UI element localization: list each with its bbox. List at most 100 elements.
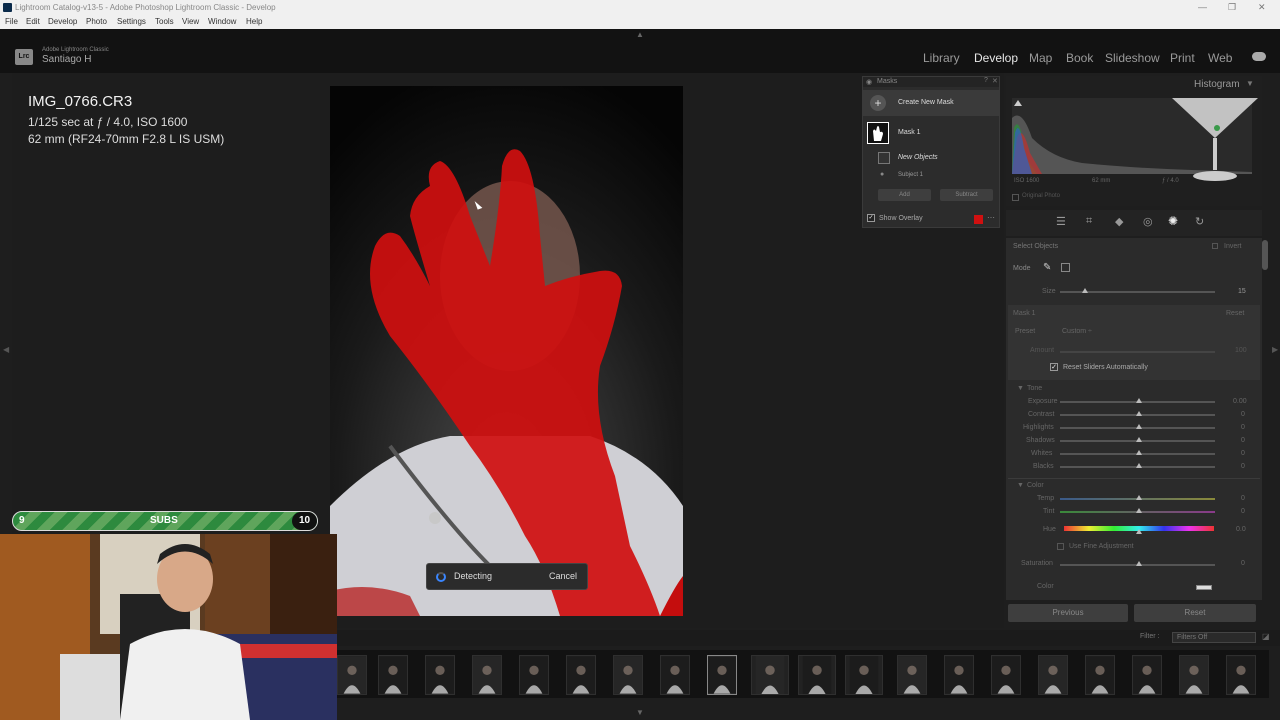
menu-develop[interactable]: Develop [48,15,77,29]
help-icon[interactable]: ? [984,77,988,84]
fine-adjust-checkbox[interactable] [1057,543,1064,550]
blacks-thumb[interactable] [1136,463,1142,468]
filmstrip-thumb[interactable] [660,655,690,695]
overlay-color-swatch[interactable] [974,215,983,224]
menu-view[interactable]: View [182,15,199,29]
create-new-mask-label[interactable]: Create New Mask [898,99,954,106]
filmstrip-thumb[interactable] [337,655,367,695]
invert-checkbox[interactable] [1212,243,1218,249]
cancel-detect-button[interactable]: Cancel [549,571,577,581]
filter-lock-icon[interactable]: ◪ [1262,632,1270,641]
hue-thumb[interactable] [1136,529,1142,534]
add-button[interactable]: Add [878,189,931,201]
filmstrip-thumb[interactable] [1085,655,1115,695]
color-collapse-icon[interactable]: ▼ [1017,482,1024,489]
module-book[interactable]: Book [1066,51,1093,65]
subtract-button[interactable]: Subtract [940,189,993,201]
mask-name[interactable]: Mask 1 [898,129,921,136]
component-subject[interactable]: Subject 1 [898,172,923,178]
size-slider-thumb[interactable] [1082,288,1088,293]
filmstrip-thumb[interactable] [1038,655,1068,695]
close-button[interactable]: ✕ [1258,0,1266,15]
filmstrip-thumb[interactable] [613,655,643,695]
panel-scrollbar[interactable] [1262,240,1268,270]
menu-window[interactable]: Window [208,15,236,29]
photo-canvas[interactable] [330,86,683,616]
filmstrip-thumb[interactable] [1226,655,1256,695]
show-overlay-checkbox[interactable]: ✓ [867,214,875,222]
exposure-thumb[interactable] [1136,398,1142,403]
filmstrip-thumb[interactable] [425,655,455,695]
temp-thumb[interactable] [1136,495,1142,500]
preset-dropdown[interactable]: Custom ÷ [1062,328,1092,335]
reset-tool-icon[interactable]: ↻ [1195,215,1204,228]
maximize-button[interactable]: ❐ [1228,0,1236,15]
app-icon [3,3,12,12]
crop-icon[interactable]: ⌗ [1086,215,1092,228]
filmstrip-thumb[interactable] [944,655,974,695]
reset-button[interactable]: Reset [1134,604,1256,622]
filmstrip-thumb[interactable] [991,655,1021,695]
filmstrip-thumb[interactable] [378,655,408,695]
amount-slider[interactable] [1060,351,1215,353]
menu-settings[interactable]: Settings [117,15,146,29]
add-mask-icon[interactable]: + [870,95,886,111]
module-print[interactable]: Print [1170,51,1195,65]
reset-sliders-checkbox[interactable]: ✓ [1050,363,1058,371]
filmstrip-thumb[interactable] [798,655,836,695]
whites-thumb[interactable] [1136,450,1142,455]
menu-edit[interactable]: Edit [26,15,40,29]
menu-file[interactable]: File [5,15,18,29]
menu-help[interactable]: Help [246,15,262,29]
filmstrip-thumb[interactable] [1132,655,1162,695]
rectangle-mode-icon[interactable] [1061,263,1070,272]
close-panel-icon[interactable]: ✕ [992,77,998,85]
minimize-button[interactable]: — [1198,0,1207,15]
cloud-icon[interactable] [1252,52,1266,61]
filmstrip-thumb[interactable] [845,655,883,695]
component-new-objects[interactable]: New Objects [898,154,938,161]
module-library[interactable]: Library [923,51,960,65]
filmstrip-thumb[interactable] [519,655,549,695]
mask-reset-link[interactable]: Reset [1226,310,1244,317]
left-panel-toggle-icon[interactable]: ◀ [3,345,9,354]
original-photo-checkbox[interactable] [1012,194,1019,201]
tone-collapse-icon[interactable]: ▼ [1017,385,1024,392]
collapse-histogram-icon[interactable]: ▼ [1246,79,1254,88]
contrast-thumb[interactable] [1136,411,1142,416]
mask-thumbnail[interactable] [867,122,889,144]
previous-button[interactable]: Previous [1008,604,1128,622]
module-develop[interactable]: Develop [974,51,1018,65]
eye-icon[interactable]: ◉ [866,78,872,86]
size-label: Size [1042,288,1056,295]
panel-toggle-top-icon[interactable]: ▲ [636,30,644,39]
menu-photo[interactable]: Photo [86,15,107,29]
filter-dropdown[interactable]: Filters Off [1172,632,1256,643]
menu-tools[interactable]: Tools [155,15,174,29]
shadow-clipping-icon[interactable] [1014,100,1022,106]
thumb-image [1180,656,1208,694]
filmstrip-thumb[interactable] [751,655,789,695]
filmstrip-thumb[interactable] [1179,655,1209,695]
highlights-thumb[interactable] [1136,424,1142,429]
filmstrip-thumb[interactable] [472,655,502,695]
module-slideshow[interactable]: Slideshow [1105,51,1160,65]
edit-sliders-icon[interactable]: ☰ [1056,215,1066,228]
color-swatch[interactable] [1196,585,1212,590]
module-web[interactable]: Web [1208,51,1232,65]
saturation-thumb[interactable] [1136,561,1142,566]
shadows-thumb[interactable] [1136,437,1142,442]
more-options-icon[interactable]: ⋯ [987,213,995,222]
module-map[interactable]: Map [1029,51,1052,65]
tint-thumb[interactable] [1136,508,1142,513]
brush-mode-icon[interactable]: ✎ [1043,262,1051,273]
panel-toggle-bottom-icon[interactable]: ▼ [636,708,644,717]
thumb-image [755,656,785,694]
filmstrip-thumb[interactable] [566,655,596,695]
masking-icon[interactable]: ✺ [1168,214,1178,228]
healing-icon[interactable]: ◆ [1115,215,1123,228]
filmstrip-thumb-selected[interactable] [707,655,737,695]
filmstrip-thumb[interactable] [897,655,927,695]
right-panel-toggle-icon[interactable]: ▶ [1272,345,1278,354]
red-eye-icon[interactable]: ◎ [1143,215,1153,228]
